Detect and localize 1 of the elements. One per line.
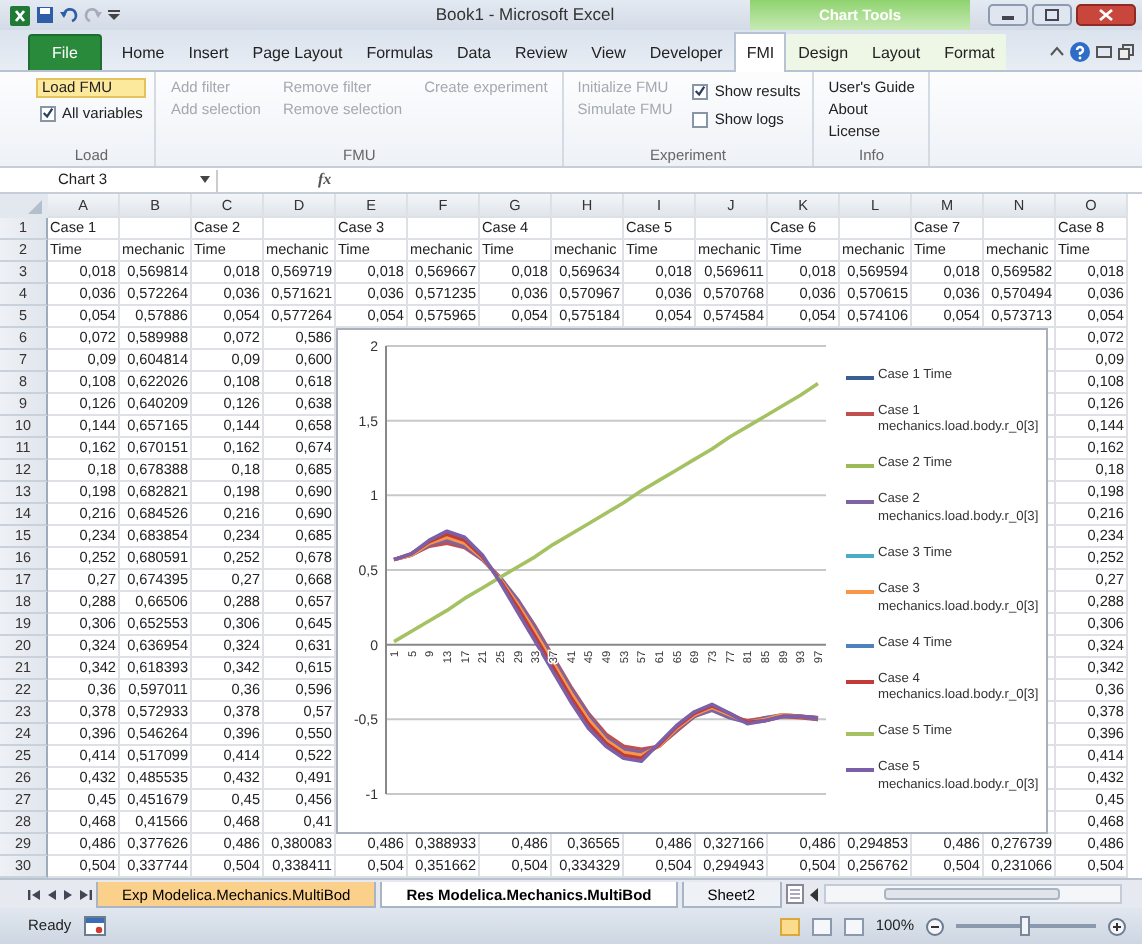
- window-title: Book1 - Microsoft Excel: [433, 2, 617, 28]
